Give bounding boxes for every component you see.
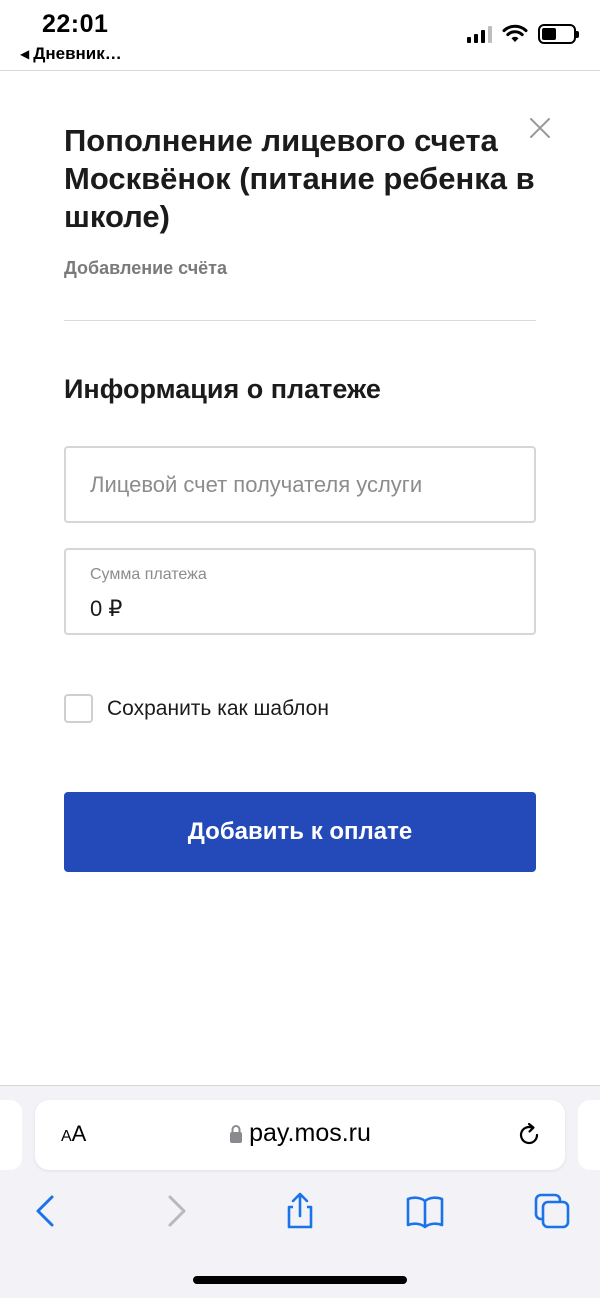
back-triangle-icon: ◀ [20, 47, 30, 61]
status-bar: 22:01 ◀ Дневник… [0, 0, 600, 70]
payment-amount-label: Сумма платежа [90, 566, 207, 583]
section-title: Информация о платеже [64, 374, 381, 404]
status-time: 22:01 [42, 10, 109, 38]
address-bar[interactable]: AA pay.mos.ru [35, 1100, 565, 1170]
page-title: Пополнение лицевого счета Москвёнок (пит… [64, 123, 535, 234]
add-to-payment-button[interactable]: Добавить к оплате [64, 792, 536, 872]
lock-icon [230, 1124, 243, 1143]
bookmarks-icon[interactable] [405, 1191, 445, 1231]
url-text: pay.mos.ru [249, 1119, 371, 1147]
back-app-label: Дневник… [33, 44, 122, 63]
browser-bottom-bar: AA pay.mos.ru [0, 1085, 600, 1298]
url-display[interactable]: pay.mos.ru [35, 1119, 565, 1148]
page-divider [0, 70, 600, 71]
reload-icon[interactable] [515, 1121, 543, 1149]
cellular-signal-icon [467, 25, 492, 43]
forward-icon[interactable] [156, 1191, 196, 1231]
share-icon[interactable] [280, 1191, 320, 1231]
save-template-option[interactable]: Сохранить как шаблон [64, 694, 329, 723]
save-template-checkbox[interactable] [64, 694, 93, 723]
back-icon[interactable] [26, 1191, 66, 1231]
back-to-app-link[interactable]: ◀ Дневник… [20, 44, 122, 64]
payment-amount-value[interactable]: 0 ₽ [90, 596, 122, 622]
tabs-icon[interactable] [532, 1191, 572, 1231]
browser-toolbar [0, 1186, 600, 1236]
page-subtitle: Добавление счёта [64, 258, 227, 278]
battery-icon [538, 24, 579, 44]
payment-amount-field[interactable]: Сумма платежа 0 ₽ [64, 548, 536, 635]
account-number-input[interactable] [66, 448, 534, 521]
status-icons [467, 24, 579, 44]
next-tab-preview[interactable] [578, 1100, 600, 1170]
account-number-field[interactable] [64, 446, 536, 523]
divider [64, 320, 536, 321]
wifi-icon [502, 24, 528, 42]
home-indicator [193, 1276, 407, 1284]
save-template-label: Сохранить как шаблон [107, 696, 329, 720]
previous-tab-preview[interactable] [0, 1100, 22, 1170]
